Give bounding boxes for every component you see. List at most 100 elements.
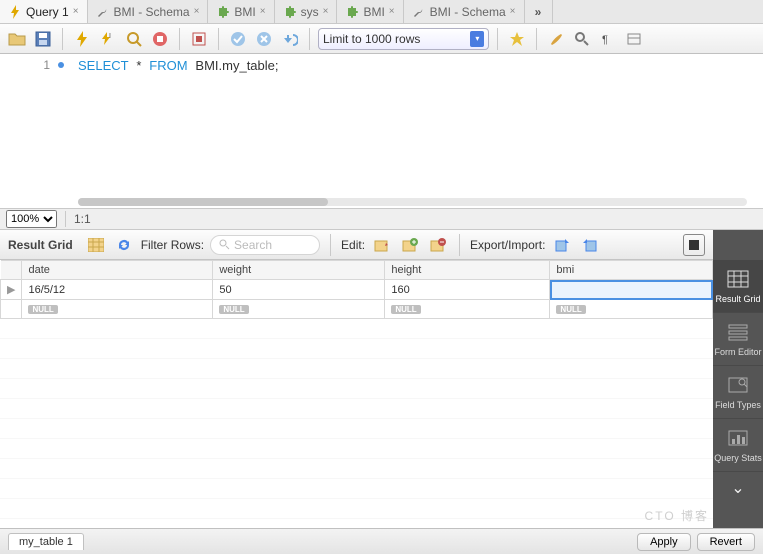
null-badge: NULL: [556, 305, 585, 314]
stop-button[interactable]: [149, 28, 171, 50]
edit-label: Edit:: [341, 238, 365, 252]
cell-bmi[interactable]: [550, 280, 713, 300]
autocommit-on-button[interactable]: [227, 28, 249, 50]
table-row[interactable]: ▶ 16/5/12 50 160: [1, 280, 713, 300]
svg-text:I: I: [109, 33, 111, 40]
explain-button[interactable]: [123, 28, 145, 50]
import-button[interactable]: [579, 234, 601, 256]
rail-label: Result Grid: [715, 294, 760, 304]
open-file-button[interactable]: [6, 28, 28, 50]
cursor-position: 1:1: [74, 212, 91, 226]
chevron-updown-icon: ▾: [470, 31, 484, 47]
sql-editor[interactable]: 1 SELECT * FROM BMI.my_table;: [0, 54, 763, 208]
form-icon: [726, 321, 750, 343]
close-icon[interactable]: ×: [260, 6, 266, 17]
rail-label: Field Types: [715, 400, 761, 410]
editor-status-bar: 100% 1:1: [0, 208, 763, 230]
add-row-button[interactable]: [399, 234, 421, 256]
tab-label: BMI - Schema: [430, 5, 506, 19]
result-toolbar: Result Grid Filter Rows: Search Edit: Ex…: [0, 230, 713, 260]
filter-rows-input[interactable]: Search: [210, 235, 320, 255]
breakpoint-dot-icon: [58, 62, 64, 68]
chevron-down-icon: ⌄: [731, 478, 744, 498]
execute-current-button[interactable]: I: [97, 28, 119, 50]
horizontal-scrollbar[interactable]: [78, 198, 747, 206]
tab-label: BMI - Schema: [114, 5, 190, 19]
revert-button[interactable]: Revert: [697, 533, 755, 551]
tab-bmi-schema-1[interactable]: BMI - Schema ×: [88, 0, 209, 23]
rollback-button[interactable]: [279, 28, 301, 50]
tab-bmi-schema-2[interactable]: BMI - Schema ×: [404, 0, 525, 23]
brush-button[interactable]: [545, 28, 567, 50]
grid-icon: [726, 268, 750, 290]
sheet-tab[interactable]: my_table 1: [8, 533, 84, 550]
rail-form-editor[interactable]: Form Editor: [713, 313, 763, 366]
export-button[interactable]: [551, 234, 573, 256]
result-table: date weight height bmi ▶ 16/5/12 50 160 …: [0, 260, 713, 319]
row-pointer-icon: ▶: [1, 280, 22, 300]
tab-sys[interactable]: sys ×: [275, 0, 338, 23]
edit-row-button[interactable]: [371, 234, 393, 256]
execute-button[interactable]: [71, 28, 93, 50]
sql-code-area[interactable]: SELECT * FROM BMI.my_table;: [70, 54, 763, 208]
svg-text:¶: ¶: [602, 34, 608, 46]
zoom-select[interactable]: 100%: [6, 210, 57, 228]
wrap-cell-button[interactable]: [683, 234, 705, 256]
cell-height[interactable]: 160: [385, 280, 550, 300]
close-icon[interactable]: ×: [510, 6, 516, 17]
wrench-icon: [412, 5, 426, 19]
rail-field-types[interactable]: Field Types: [713, 366, 763, 419]
cell-null[interactable]: NULL: [385, 300, 550, 319]
null-badge: NULL: [219, 305, 248, 314]
column-header[interactable]: date: [22, 261, 213, 280]
tab-query-1[interactable]: Query 1 ×: [0, 0, 88, 23]
line-number: 1: [43, 58, 50, 72]
sheet-tab-label: my_table 1: [19, 536, 73, 548]
rail-result-grid[interactable]: Result Grid: [713, 260, 763, 313]
column-header[interactable]: height: [385, 261, 550, 280]
null-badge: NULL: [391, 305, 420, 314]
rail-label: Query Stats: [714, 453, 762, 463]
close-icon[interactable]: ×: [194, 6, 200, 17]
tab-label: BMI: [363, 5, 384, 19]
tab-bmi-1[interactable]: BMI ×: [208, 0, 274, 23]
close-icon[interactable]: ×: [73, 6, 79, 17]
main-toolbar: I Limit to 1000 rows ▾ ¶: [0, 24, 763, 54]
filter-rows-label: Filter Rows:: [141, 238, 204, 252]
column-header[interactable]: weight: [213, 261, 385, 280]
types-icon: [726, 374, 750, 396]
rail-expand[interactable]: ⌄: [713, 472, 763, 504]
export-import-label: Export/Import:: [470, 238, 545, 252]
tab-label: Query 1: [26, 5, 69, 19]
cell-null[interactable]: NULL: [213, 300, 385, 319]
column-header[interactable]: bmi: [550, 261, 713, 280]
beautify-button[interactable]: [506, 28, 528, 50]
toggle-whitespace-button[interactable]: ¶: [597, 28, 619, 50]
chevron-right-icon: »: [535, 5, 542, 19]
close-icon[interactable]: ×: [389, 6, 395, 17]
commit-button[interactable]: [188, 28, 210, 50]
tab-overflow[interactable]: »: [525, 0, 553, 23]
cell-weight[interactable]: 50: [213, 280, 385, 300]
wrench-icon: [96, 5, 110, 19]
apply-button[interactable]: Apply: [637, 533, 691, 551]
puzzle-icon: [345, 5, 359, 19]
row-limit-select[interactable]: Limit to 1000 rows ▾: [318, 28, 489, 50]
refresh-button[interactable]: [113, 234, 135, 256]
null-badge: NULL: [28, 305, 57, 314]
snippets-button[interactable]: [623, 28, 645, 50]
tab-bmi-2[interactable]: BMI ×: [337, 0, 403, 23]
grid-view-button[interactable]: [85, 234, 107, 256]
cell-date[interactable]: 16/5/12: [22, 280, 213, 300]
table-null-row[interactable]: NULL NULL NULL NULL: [1, 300, 713, 319]
puzzle-icon: [283, 5, 297, 19]
save-button[interactable]: [32, 28, 54, 50]
close-icon[interactable]: ×: [323, 6, 329, 17]
cell-null[interactable]: NULL: [22, 300, 213, 319]
autocommit-off-button[interactable]: [253, 28, 275, 50]
rail-query-stats[interactable]: Query Stats: [713, 419, 763, 472]
delete-row-button[interactable]: [427, 234, 449, 256]
find-button[interactable]: [571, 28, 593, 50]
cell-null[interactable]: NULL: [550, 300, 713, 319]
tab-label: BMI: [234, 5, 255, 19]
